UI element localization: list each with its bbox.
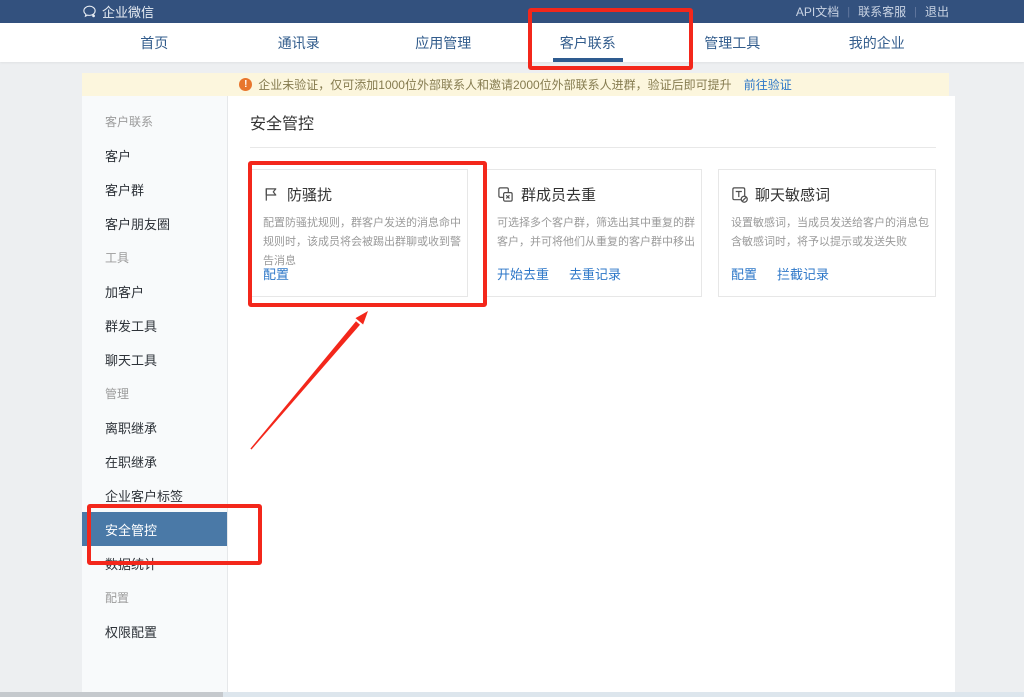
wecom-logo: 企业微信 <box>82 2 154 21</box>
notice-text: 企业未验证，仅可添加1000位外部联系人和邀请2000位外部联系人进群，验证后即… <box>258 76 731 93</box>
intercept-records-link[interactable]: 拦截记录 <box>777 264 829 283</box>
dedupe-icon <box>497 186 514 203</box>
sidebar-item-enterprise-customer-tags[interactable]: 企业客户标签 <box>82 478 227 512</box>
card-description: 设置敏感词，当成员发送给客户的消息包 含敏感词时，将予以提示或发送失败 <box>731 214 923 252</box>
tab-customer-contact[interactable]: 客户联系 <box>516 23 661 62</box>
card-title: 聊天敏感词 <box>755 184 830 205</box>
sidebar-header-tools: 工具 <box>82 240 227 274</box>
main-nav: 首页 通讯录 应用管理 客户联系 管理工具 我的企业 <box>0 23 1024 62</box>
feature-cards: 防骚扰 配置防骚扰规则，群客户发送的消息命中 规则时，该成员将会被踢出群聊或收到… <box>250 169 936 297</box>
page-title: 安全管控 <box>250 110 936 134</box>
chat-bubble-icon <box>82 4 97 19</box>
sidebar-item-security-control[interactable]: 安全管控 <box>82 512 227 546</box>
api-docs-link[interactable]: API文档 <box>796 3 839 20</box>
scrollbar-thumb[interactable] <box>0 692 223 697</box>
card-chat-sensitive-words: 聊天敏感词 设置敏感词，当成员发送给客户的消息包 含敏感词时，将予以提示或发送失… <box>718 169 936 297</box>
sidebar-header-configuration: 配置 <box>82 580 227 614</box>
logout-link[interactable]: 退出 <box>925 3 949 20</box>
top-links: API文档 | 联系客服 | 退出 <box>796 3 949 20</box>
sidebar-item-customers[interactable]: 客户 <box>82 138 227 172</box>
configure-link[interactable]: 配置 <box>731 264 757 283</box>
content-shell: ! 企业未验证，仅可添加1000位外部联系人和邀请2000位外部联系人进群，验证… <box>82 73 949 692</box>
wecom-admin-page: 企业微信 API文档 | 联系客服 | 退出 首页 通讯录 应用管理 客户联 <box>0 0 1024 697</box>
main-content: 安全管控 防骚扰 <box>228 96 955 692</box>
contact-support-link[interactable]: 联系客服 <box>858 3 906 20</box>
sidebar-item-data-statistics[interactable]: 数据统计 <box>82 546 227 580</box>
tab-management-tools[interactable]: 管理工具 <box>660 23 805 62</box>
top-bar: 企业微信 API文档 | 联系客服 | 退出 <box>0 0 1024 23</box>
go-verify-link[interactable]: 前往验证 <box>744 76 792 93</box>
sidebar-item-inservice-inheritance[interactable]: 在职继承 <box>82 444 227 478</box>
separator: | <box>847 6 850 18</box>
verification-notice-bar: ! 企业未验证，仅可添加1000位外部联系人和邀请2000位外部联系人进群，验证… <box>82 73 949 96</box>
flag-icon <box>263 186 280 203</box>
tab-my-enterprise[interactable]: 我的企业 <box>805 23 950 62</box>
dedupe-records-link[interactable]: 去重记录 <box>569 264 621 283</box>
tab-home[interactable]: 首页 <box>82 23 227 62</box>
title-divider <box>250 147 936 148</box>
sidebar-header-management: 管理 <box>82 376 227 410</box>
tab-app-management[interactable]: 应用管理 <box>371 23 516 62</box>
card-anti-harassment: 防骚扰 配置防骚扰规则，群客户发送的消息命中 规则时，该成员将会被踢出群聊或收到… <box>250 169 468 297</box>
sidebar-item-customer-groups[interactable]: 客户群 <box>82 172 227 206</box>
card-title: 群成员去重 <box>521 184 596 205</box>
sidebar-item-permission-config[interactable]: 权限配置 <box>82 614 227 648</box>
sidebar-item-customer-moments[interactable]: 客户朋友圈 <box>82 206 227 240</box>
sidebar-item-add-customers[interactable]: 加客户 <box>82 274 227 308</box>
sidebar-header-customer-contact: 客户联系 <box>82 104 227 138</box>
card-group-member-dedupe: 群成员去重 可选择多个客户群，筛选出其中重复的群 客户，并可将他们从重复的客户群… <box>484 169 702 297</box>
tab-contacts[interactable]: 通讯录 <box>227 23 372 62</box>
info-icon: ! <box>239 78 252 91</box>
sensitive-word-icon <box>731 186 748 203</box>
card-description: 可选择多个客户群，筛选出其中重复的群 客户，并可将他们从重复的客户群中移出 <box>497 214 689 252</box>
sidebar: 客户联系 客户 客户群 客户朋友圈 工具 加客户 群发工具 聊天工具 管理 离职… <box>82 96 228 692</box>
sidebar-item-group-message-tool[interactable]: 群发工具 <box>82 308 227 342</box>
start-dedupe-link[interactable]: 开始去重 <box>497 264 549 283</box>
sidebar-item-resigned-inheritance[interactable]: 离职继承 <box>82 410 227 444</box>
separator: | <box>914 6 917 18</box>
configure-link[interactable]: 配置 <box>263 264 289 283</box>
card-title: 防骚扰 <box>287 184 332 205</box>
horizontal-scrollbar[interactable] <box>0 692 1024 697</box>
sidebar-item-chat-tool[interactable]: 聊天工具 <box>82 342 227 376</box>
content-panel: 客户联系 客户 客户群 客户朋友圈 工具 加客户 群发工具 聊天工具 管理 离职… <box>82 96 949 692</box>
logo-text: 企业微信 <box>102 2 154 21</box>
active-tab-underline <box>553 58 623 62</box>
card-description: 配置防骚扰规则，群客户发送的消息命中 规则时，该成员将会被踢出群聊或收到警 告消… <box>263 214 455 271</box>
